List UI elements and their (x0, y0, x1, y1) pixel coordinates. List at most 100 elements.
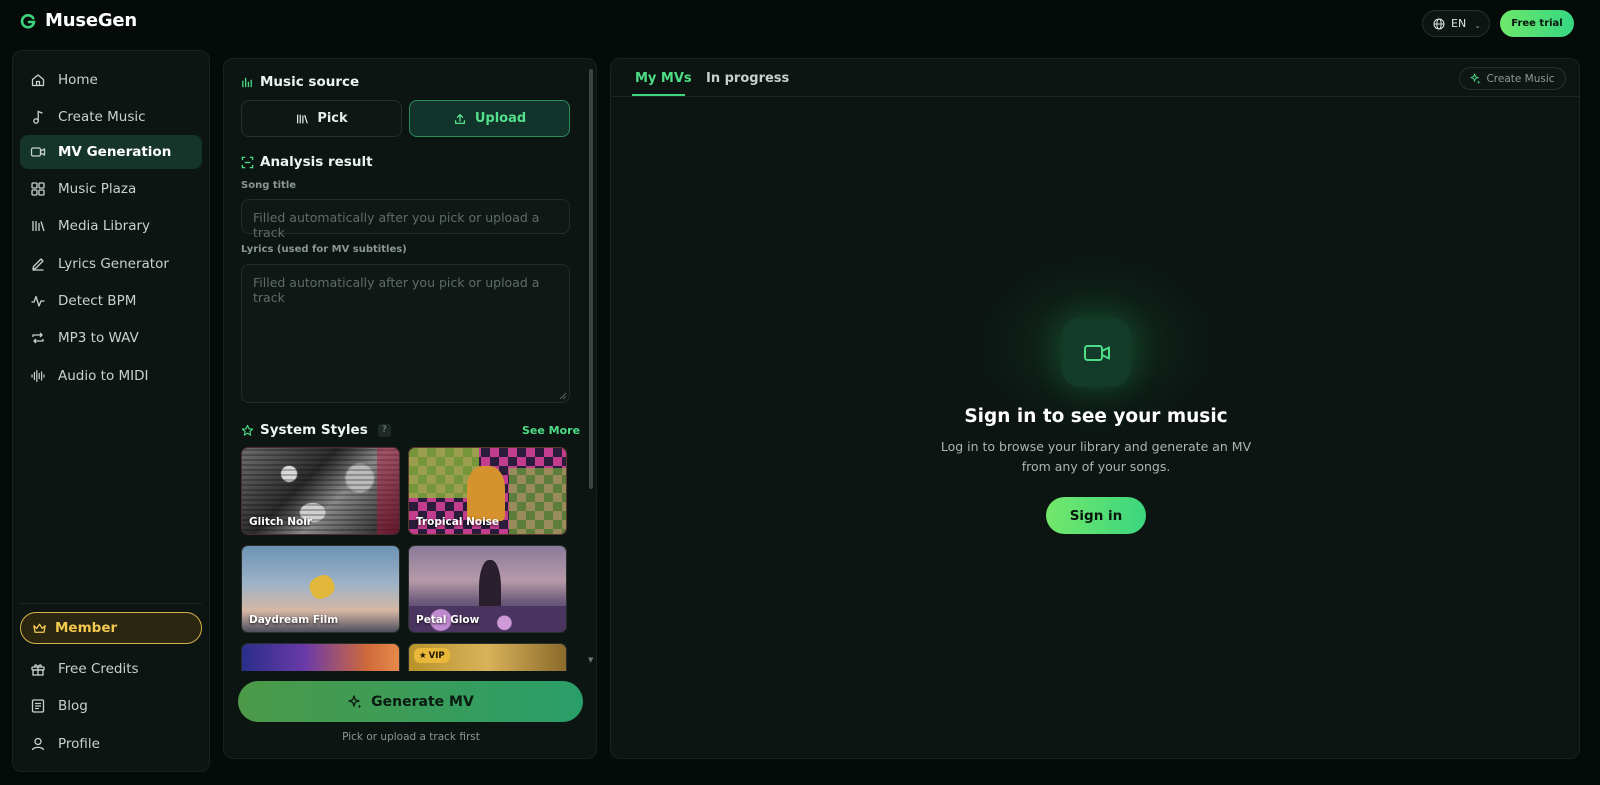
mv-results-panel: My MVs In progress Create Music Sign in … (610, 58, 1580, 759)
user-icon (31, 737, 45, 751)
sidebar-item-label: Profile (58, 736, 100, 752)
blog-icon (31, 699, 45, 713)
style-card-tropical-noise[interactable]: Tropical Noise (408, 447, 567, 535)
sidebar-item-media-library[interactable]: Media Library (20, 209, 202, 243)
empty-state-title: Sign in to see your music (964, 406, 1228, 427)
sidebar-divider (20, 603, 202, 604)
sidebar: Home Create Music MV Generation Music Pl… (12, 50, 210, 772)
sidebar-item-detect-bpm[interactable]: Detect BPM (20, 284, 202, 318)
convert-icon (32, 332, 44, 344)
sidebar-item-label: Audio to MIDI (58, 368, 149, 384)
gift-icon (31, 664, 45, 676)
upload-label: Upload (474, 111, 527, 126)
sidebar-item-blog[interactable]: Blog (20, 689, 202, 723)
sidebar-item-label: Lyrics Generator (58, 256, 169, 272)
style-card-vip[interactable]: ★ VIP (408, 643, 567, 671)
scan-icon (241, 156, 254, 168)
style-card-concert[interactable] (241, 643, 400, 671)
sidebar-item-create-music[interactable]: Create Music (20, 100, 202, 134)
sidebar-item-label: MV Generation (58, 144, 172, 160)
system-styles-label: System Styles (260, 422, 368, 438)
style-card-glitch-noir[interactable]: Glitch Noir (241, 447, 400, 535)
sidebar-item-free-credits[interactable]: Free Credits (20, 652, 202, 686)
vip-label: VIP (428, 650, 445, 661)
sidebar-item-label: Music Plaza (58, 181, 137, 197)
video-camera-icon (1083, 344, 1110, 361)
sign-in-button[interactable]: Sign in (1046, 497, 1146, 534)
analysis-result-title: Analysis result (241, 154, 373, 170)
pick-button[interactable]: Pick (241, 100, 402, 137)
analysis-result-label: Analysis result (260, 154, 373, 170)
create-music-button[interactable]: Create Music (1459, 67, 1566, 90)
resize-grip-icon[interactable] (559, 392, 567, 400)
style-name: Glitch Noir (249, 516, 312, 528)
library-icon (32, 221, 45, 232)
member-label: Member (55, 620, 118, 636)
mv-settings-panel: Music source Pick Upload Analysis result… (223, 58, 597, 759)
tab-in-progress[interactable]: In progress (706, 71, 789, 86)
floating-figure (306, 571, 338, 603)
sidebar-item-home[interactable]: Home (20, 63, 202, 97)
empty-state-description: Log in to browse your library and genera… (940, 439, 1252, 474)
scroll-down-arrow-icon[interactable]: ▼ (588, 656, 593, 664)
star-icon: ★ (419, 650, 427, 661)
upload-icon (454, 113, 465, 124)
member-button[interactable]: Member (20, 612, 202, 644)
language-selector[interactable]: EN ⌄ (1422, 10, 1490, 37)
song-title-label: Song title (241, 180, 297, 191)
top-bar: MuseGen EN ⌄ Free trial (0, 0, 1600, 46)
style-name: Daydream Film (249, 614, 339, 626)
sidebar-item-label: Home (58, 72, 98, 88)
music-note-icon (33, 110, 43, 124)
style-name: Tropical Noise (416, 516, 500, 528)
free-trial-button[interactable]: Free trial (1500, 10, 1574, 37)
style-card-daydream-film[interactable]: Daydream Film (241, 545, 400, 633)
star-icon (241, 424, 254, 436)
sidebar-item-mv-generation[interactable]: MV Generation (20, 135, 202, 169)
help-icon[interactable]: ? (377, 423, 391, 437)
song-title-field[interactable]: Filled automatically after you pick or u… (241, 199, 570, 240)
lyrics-label: Lyrics (used for MV subtitles) (241, 244, 407, 255)
generate-mv-button[interactable]: Generate MV (238, 681, 583, 722)
logo-icon (20, 13, 36, 29)
language-label: EN (1451, 17, 1467, 30)
see-more-link[interactable]: See More (522, 424, 580, 437)
upload-button[interactable]: Upload (409, 100, 570, 137)
sidebar-item-label: Blog (58, 698, 88, 714)
brand[interactable]: MuseGen (20, 10, 137, 31)
audio-bars-icon (242, 77, 252, 87)
sidebar-item-mp3-to-wav[interactable]: MP3 to WAV (20, 321, 202, 355)
music-source-title: Music source (241, 74, 359, 90)
style-card-petal-glow[interactable]: Petal Glow (408, 545, 567, 633)
lyrics-field[interactable]: Filled automatically after you pick or u… (241, 264, 570, 403)
vip-badge: ★ VIP (414, 648, 450, 663)
sidebar-item-audio-to-midi[interactable]: Audio to MIDI (20, 359, 202, 393)
pulse-icon (31, 295, 45, 307)
sidebar-item-label: Create Music (58, 109, 146, 125)
app-name: MuseGen (45, 10, 138, 31)
sidebar-item-label: Media Library (58, 218, 151, 234)
style-name: Petal Glow (416, 614, 480, 626)
tabs-bar: My MVs In progress Create Music (611, 59, 1579, 97)
chevron-down-icon: ⌄ (1474, 21, 1481, 30)
lyrics-placeholder: Filled automatically after you pick or u… (253, 275, 540, 305)
tab-my-mvs[interactable]: My MVs (635, 71, 692, 86)
pick-label: Pick (317, 111, 348, 126)
sidebar-item-label: Detect BPM (58, 293, 137, 309)
generate-mv-label: Generate MV (371, 693, 474, 710)
settings-scroll-area[interactable]: Music source Pick Upload Analysis result… (224, 59, 596, 671)
sidebar-item-music-plaza[interactable]: Music Plaza (20, 172, 202, 206)
pen-icon (32, 258, 44, 271)
create-music-label: Create Music (1486, 72, 1555, 85)
active-tab-indicator (632, 94, 685, 96)
sidebar-item-profile[interactable]: Profile (20, 727, 202, 761)
glitch-red-strip (377, 448, 399, 534)
sidebar-item-lyrics-generator[interactable]: Lyrics Generator (20, 247, 202, 281)
library-icon (297, 114, 309, 124)
music-source-label: Music source (260, 74, 360, 90)
video-camera-icon (30, 147, 46, 157)
scrollbar-thumb[interactable] (589, 69, 593, 489)
generate-hint: Pick or upload a track first (342, 731, 480, 743)
grid-icon (31, 182, 45, 196)
sidebar-item-label: Free Credits (58, 661, 139, 677)
